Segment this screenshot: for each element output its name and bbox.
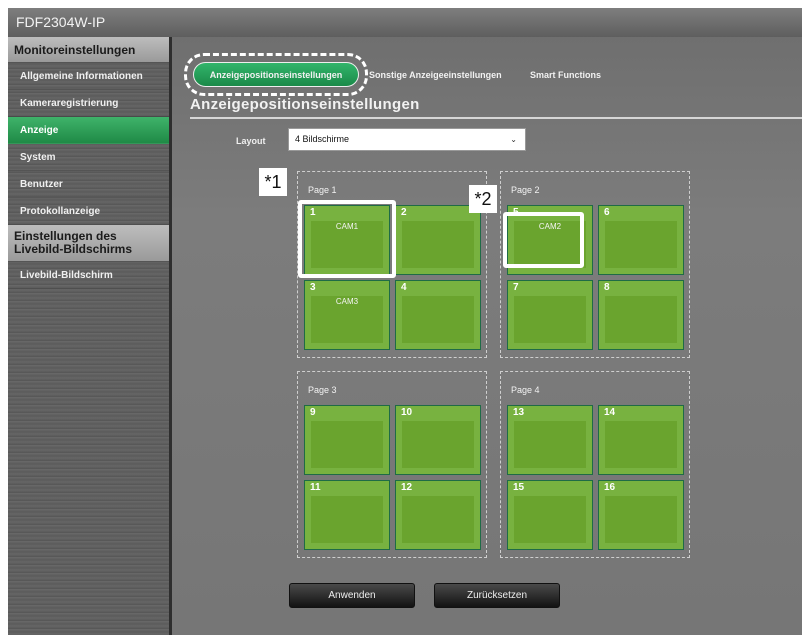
sidebar-item-protokollanzeige[interactable]: Protokollanzeige xyxy=(8,198,169,225)
tab-anzeigepositionseinstellungen[interactable]: Anzeigepositionseinstellungen xyxy=(193,62,359,87)
cell-inner xyxy=(311,496,383,543)
layout-select-value: 4 Bildschirme xyxy=(295,134,350,144)
cell-inner xyxy=(514,296,586,343)
cell-number: 3 xyxy=(310,282,316,293)
annotation-marker-1: *1 xyxy=(259,168,287,196)
cell-number: 14 xyxy=(604,407,616,418)
sidebar-item-livebild-bildschirm[interactable]: Livebild-Bildschirm xyxy=(8,262,169,289)
layout-select[interactable]: 4 Bildschirme ⌄ xyxy=(288,128,526,151)
cell-inner xyxy=(605,496,677,543)
cell-number: 15 xyxy=(513,482,525,493)
cell-inner xyxy=(605,221,677,268)
title-underline xyxy=(190,117,802,119)
sidebar: Monitoreinstellungen Allgemeine Informat… xyxy=(8,37,169,635)
page-title: Anzeigepositionseinstellungen xyxy=(190,96,420,113)
screen-cell-7[interactable]: 7 xyxy=(507,280,593,350)
screen-cell-12[interactable]: 12 xyxy=(395,480,481,550)
screen-cell-15[interactable]: 15 xyxy=(507,480,593,550)
cell-number: 10 xyxy=(401,407,413,418)
page-2-label: Page 2 xyxy=(511,185,540,195)
annotation-marker-2: *2 xyxy=(469,185,497,213)
cell-number: 8 xyxy=(604,282,610,293)
cell-inner xyxy=(514,496,586,543)
page-3-label: Page 3 xyxy=(308,385,337,395)
cell-number: 9 xyxy=(310,407,316,418)
tab-smart-functions[interactable]: Smart Functions xyxy=(530,70,601,80)
screen-cell-13[interactable]: 13 xyxy=(507,405,593,475)
cell-number: 2 xyxy=(401,207,407,218)
cell-inner xyxy=(402,296,474,343)
highlight-frame-cell-5 xyxy=(503,212,584,268)
screen-cell-16[interactable]: 16 xyxy=(598,480,684,550)
screen-cell-3[interactable]: 3 CAM3 xyxy=(304,280,390,350)
cell-inner xyxy=(402,421,474,468)
sidebar-section-monitor[interactable]: Monitoreinstellungen xyxy=(8,37,169,63)
cell-number: 16 xyxy=(604,482,616,493)
chevron-down-icon: ⌄ xyxy=(510,135,517,144)
apply-button[interactable]: Anwenden xyxy=(289,583,415,608)
screen-cell-6[interactable]: 6 xyxy=(598,205,684,275)
sidebar-item-allgemeine-informationen[interactable]: Allgemeine Informationen xyxy=(8,63,169,90)
screen-cell-14[interactable]: 14 xyxy=(598,405,684,475)
page-4-label: Page 4 xyxy=(511,385,540,395)
cell-number: 12 xyxy=(401,482,413,493)
layout-label: Layout xyxy=(236,136,266,146)
cell-number: 4 xyxy=(401,282,407,293)
cell-camera-label: CAM3 xyxy=(335,297,359,306)
sidebar-item-system[interactable]: System xyxy=(8,144,169,171)
screen-cell-4[interactable]: 4 xyxy=(395,280,481,350)
screen-cell-9[interactable]: 9 xyxy=(304,405,390,475)
screen-cell-2[interactable]: 2 xyxy=(395,205,481,275)
cell-inner xyxy=(402,221,474,268)
window-title: FDF2304W-IP xyxy=(8,8,802,37)
cell-number: 13 xyxy=(513,407,525,418)
cell-inner xyxy=(605,296,677,343)
tab-sonstige-anzeigeeinstellungen[interactable]: Sonstige Anzeigeeinstellungen xyxy=(369,70,502,80)
sidebar-item-anzeige[interactable]: Anzeige xyxy=(8,117,169,144)
app-window: FDF2304W-IP Monitoreinstellungen Allgeme… xyxy=(8,8,802,635)
screen-cell-10[interactable]: 10 xyxy=(395,405,481,475)
sidebar-item-kameraregistrierung[interactable]: Kameraregistrierung xyxy=(8,90,169,117)
screen-cell-8[interactable]: 8 xyxy=(598,280,684,350)
sidebar-item-benutzer[interactable]: Benutzer xyxy=(8,171,169,198)
cell-number: 11 xyxy=(310,482,321,493)
cell-inner xyxy=(402,496,474,543)
cell-number: 6 xyxy=(604,207,610,218)
cell-inner xyxy=(514,421,586,468)
cell-inner xyxy=(605,421,677,468)
highlight-frame-cell-1 xyxy=(298,200,396,278)
page-1-label: Page 1 xyxy=(308,185,337,195)
page-4-box: Page 4 13 14 15 16 xyxy=(500,371,690,558)
cell-inner xyxy=(311,421,383,468)
main-panel: Anzeigepositionseinstellungen Sonstige A… xyxy=(172,37,802,635)
reset-button[interactable]: Zurücksetzen xyxy=(434,583,560,608)
screen-cell-11[interactable]: 11 xyxy=(304,480,390,550)
page-3-box: Page 3 9 10 11 12 xyxy=(297,371,487,558)
sidebar-section-livebild[interactable]: Einstellungen des Livebild-Bildschirms xyxy=(8,225,169,262)
cell-number: 7 xyxy=(513,282,519,293)
